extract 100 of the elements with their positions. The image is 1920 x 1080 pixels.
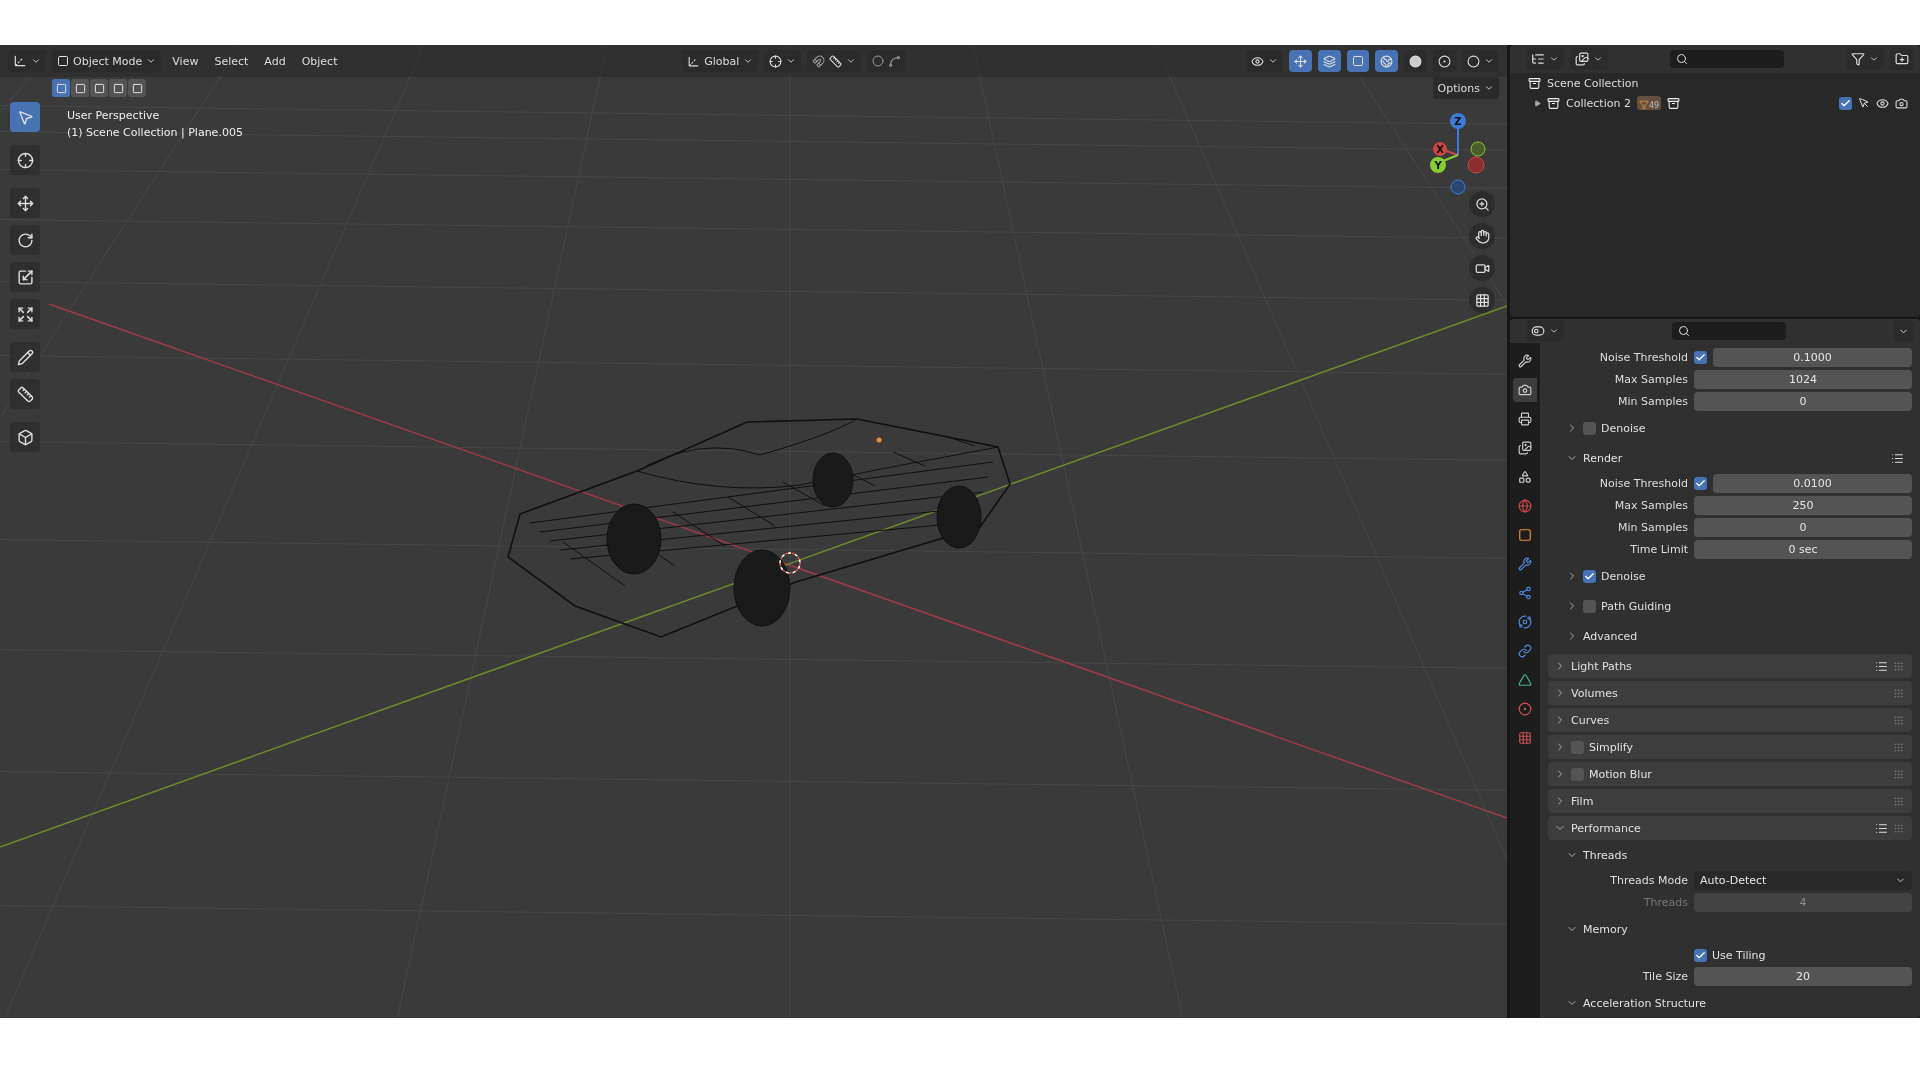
subpanel-header[interactable]: Threads: [1548, 844, 1912, 866]
wireframe-shading-button[interactable]: [1375, 50, 1398, 72]
outliner-row[interactable]: Collection 2 49: [1510, 93, 1920, 113]
number-field[interactable]: 0: [1694, 391, 1912, 411]
editor-type-button[interactable]: [8, 50, 46, 72]
search-field[interactable]: [1671, 322, 1786, 340]
overlay-button[interactable]: [1318, 50, 1341, 72]
mode-dropdown[interactable]: Object Mode: [52, 50, 162, 72]
search-icon: [1677, 325, 1690, 337]
properties-tab[interactable]: [1513, 378, 1537, 402]
menu-item[interactable]: Add: [259, 50, 291, 72]
number-field[interactable]: 0.0100: [1713, 473, 1912, 493]
axes-icon: [13, 54, 27, 68]
filter-icon: [1851, 52, 1865, 66]
tool-button[interactable]: [10, 262, 40, 292]
outliner-row[interactable]: Scene Collection: [1510, 73, 1920, 93]
orientation-dropdown[interactable]: Global: [682, 50, 759, 72]
perspective-toggle-button[interactable]: [1469, 287, 1495, 313]
subpanel-header[interactable]: Path Guiding: [1548, 595, 1912, 617]
checkbox[interactable]: [1583, 599, 1596, 613]
snap-button[interactable]: [807, 50, 862, 72]
number-field[interactable]: 250: [1694, 495, 1912, 515]
tool-button[interactable]: [10, 379, 40, 409]
field-label: Threads Mode: [1609, 873, 1688, 887]
selection-mode-button[interactable]: [109, 79, 127, 97]
checkbox[interactable]: [1694, 476, 1707, 490]
collection-name: Scene Collection: [1547, 76, 1639, 90]
options-dropdown[interactable]: Options: [1432, 77, 1499, 99]
field-label: Tile Size: [1641, 969, 1688, 983]
checkbox[interactable]: [1694, 350, 1707, 364]
material-shading-button[interactable]: [1433, 50, 1456, 72]
number-field[interactable]: 20: [1694, 966, 1912, 986]
new-collection-button[interactable]: [1890, 48, 1914, 70]
solid-shading-button[interactable]: [1404, 50, 1427, 72]
view-name: User Perspective: [67, 109, 161, 122]
field-label: Time Limit: [1629, 542, 1688, 556]
checkbox[interactable]: [1583, 421, 1596, 435]
view-layer-button[interactable]: [1570, 48, 1608, 70]
tool-button[interactable]: [10, 342, 40, 372]
subpanel-header[interactable]: Denoise: [1548, 565, 1912, 587]
number-field[interactable]: 0.1000: [1713, 347, 1912, 367]
drag-handle-icon: [1893, 768, 1904, 780]
tool-button[interactable]: [10, 422, 40, 452]
tool-button[interactable]: [10, 299, 40, 329]
dropdown[interactable]: Auto-Detect: [1694, 870, 1912, 890]
subpanel-header[interactable]: Acceleration Structure: [1548, 992, 1912, 1014]
checkbox[interactable]: [1694, 948, 1707, 962]
pivot-button[interactable]: [764, 50, 802, 72]
invert-selection-icon: [112, 82, 124, 94]
menu-item[interactable]: View: [167, 50, 204, 72]
number-field[interactable]: 0 sec: [1694, 539, 1912, 559]
checkbox[interactable]: [1839, 96, 1852, 110]
menu-item[interactable]: Object: [296, 50, 343, 72]
rendered-shading-button[interactable]: [1462, 50, 1499, 72]
field-label: Noise Threshold: [1598, 476, 1688, 490]
selection-mode-button[interactable]: [90, 79, 108, 97]
filter-button[interactable]: [1846, 48, 1884, 70]
selection-mode-button[interactable]: [128, 79, 146, 97]
object-count-badge[interactable]: 49: [1636, 96, 1662, 110]
panel-header[interactable]: Film: [1548, 789, 1912, 813]
tool-button[interactable]: [10, 225, 40, 255]
proportional-icon: [872, 55, 885, 67]
tool-button[interactable]: [10, 145, 40, 175]
light-point-icon: [876, 437, 882, 443]
panel-header[interactable]: Motion Blur: [1548, 762, 1912, 786]
zoom-button[interactable]: [1469, 191, 1495, 217]
caret-icon: [146, 56, 157, 66]
panel-header[interactable]: Performance: [1548, 816, 1912, 840]
xray-button[interactable]: [1347, 50, 1369, 72]
rotate-icon: [16, 231, 34, 249]
origin-marker-icon: [779, 552, 801, 574]
tool-button[interactable]: [10, 188, 40, 218]
caret-icon: [743, 56, 754, 66]
panel-header[interactable]: Curves: [1548, 708, 1912, 732]
panel-header[interactable]: Light Paths: [1548, 654, 1912, 678]
proportional-edit-button[interactable]: [867, 50, 907, 72]
number-field[interactable]: 1024: [1694, 369, 1912, 389]
subpanel-header[interactable]: Render: [1548, 447, 1912, 469]
search-field[interactable]: [1670, 50, 1784, 68]
subpanel-header[interactable]: Advanced: [1548, 625, 1912, 647]
panel-header[interactable]: Volumes: [1548, 681, 1912, 705]
gizmo-button[interactable]: [1289, 50, 1312, 72]
selection-mode-button[interactable]: [71, 79, 89, 97]
subpanel-header[interactable]: Denoise: [1548, 417, 1912, 439]
collection-icon: [1528, 76, 1541, 90]
transform-icon: [16, 305, 34, 323]
checkbox-label: Use Tiling: [1712, 948, 1766, 962]
camera-view-button[interactable]: [1469, 255, 1495, 281]
eye-icon: [1876, 96, 1889, 110]
axis-gizmo[interactable]: Z X Y: [1418, 107, 1498, 197]
menu-item[interactable]: Select: [209, 50, 254, 72]
number-field[interactable]: 0: [1694, 517, 1912, 537]
subpanel-header[interactable]: Memory: [1548, 918, 1912, 940]
pan-button[interactable]: [1469, 223, 1495, 249]
visibility-button[interactable]: [1246, 50, 1283, 72]
editor-type-button[interactable]: [1526, 320, 1564, 342]
panel-header[interactable]: Simplify: [1548, 735, 1912, 759]
display-mode-button[interactable]: [1526, 48, 1564, 70]
selection-mode-button[interactable]: [52, 79, 70, 97]
checkbox[interactable]: [1583, 569, 1596, 583]
